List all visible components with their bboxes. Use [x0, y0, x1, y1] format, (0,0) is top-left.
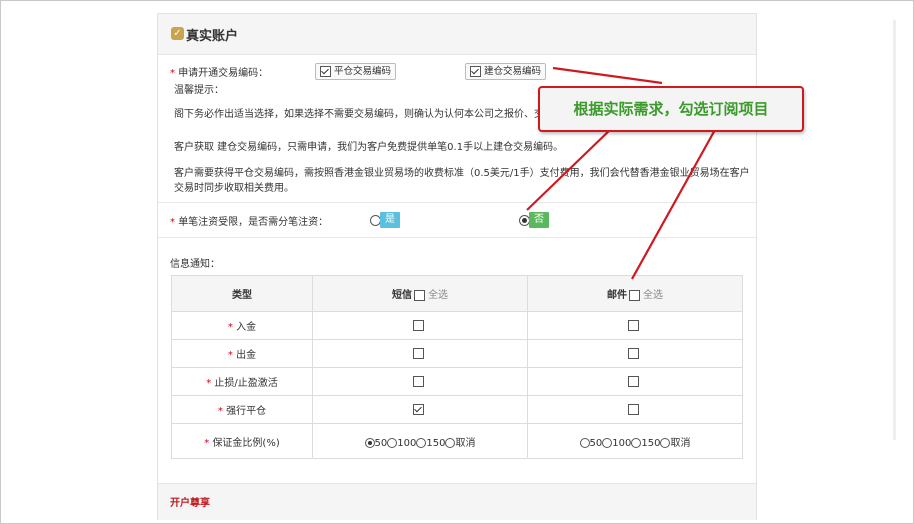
annotation-arrows [526, 66, 717, 280]
callout-text: 根据实际需求，勾选订阅项目 [573, 100, 769, 118]
annotation-callout: 根据实际需求，勾选订阅项目 [538, 86, 804, 132]
arrow-line-middle [526, 127, 613, 211]
arrow-line-top [552, 66, 663, 85]
arrow-line-bottom [631, 127, 717, 280]
